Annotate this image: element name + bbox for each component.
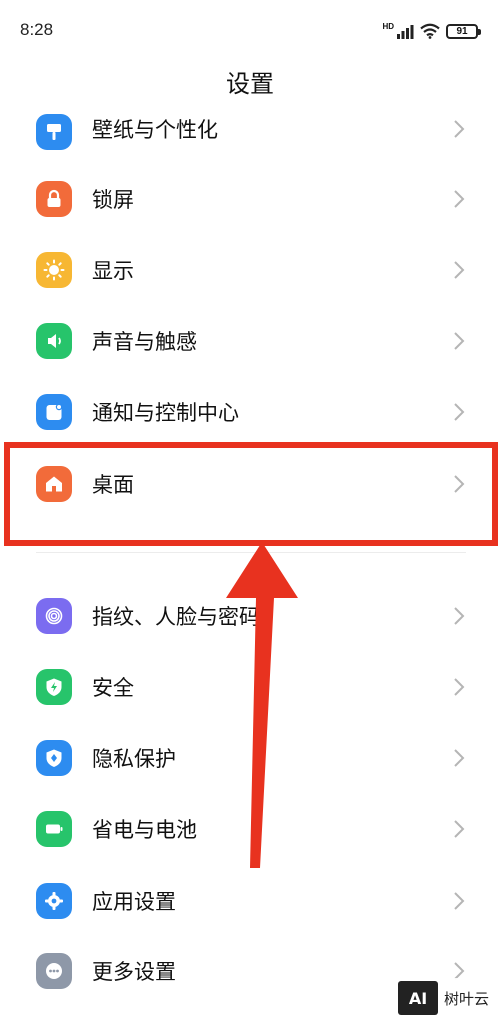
settings-item-label: 壁纸与个性化 bbox=[92, 118, 218, 142]
settings-item-sound[interactable]: 声音与触感 bbox=[0, 308, 500, 378]
chevron-right-icon bbox=[452, 259, 466, 281]
wallpaper-brush-icon bbox=[36, 114, 72, 150]
fingerprint-icon bbox=[36, 598, 72, 634]
settings-item-app-settings[interactable]: 应用设置 bbox=[0, 868, 500, 938]
battery-indicator: 91 bbox=[446, 23, 481, 39]
settings-item-lock-screen[interactable]: 锁屏 bbox=[0, 166, 500, 236]
settings-item-notifications[interactable]: 通知与控制中心 bbox=[0, 379, 500, 449]
settings-item-display[interactable]: 显示 bbox=[0, 237, 500, 307]
settings-item-label: 应用设置 bbox=[92, 890, 176, 914]
settings-item-label: 省电与电池 bbox=[92, 818, 197, 842]
battery-level: 91 bbox=[456, 25, 468, 37]
signal-bars-icon bbox=[397, 24, 414, 39]
settings-item-label: 更多设置 bbox=[92, 960, 176, 984]
chevron-right-icon bbox=[452, 747, 466, 769]
settings-item-label: 安全 bbox=[92, 676, 134, 700]
chevron-right-icon bbox=[452, 118, 466, 140]
notification-icon bbox=[36, 394, 72, 430]
highlight-box bbox=[4, 442, 498, 546]
lock-icon bbox=[36, 181, 72, 217]
chevron-right-icon bbox=[452, 605, 466, 627]
status-bar: 8:28 HD 91 bbox=[0, 0, 500, 60]
privacy-shield-icon bbox=[36, 740, 72, 776]
chevron-right-icon bbox=[452, 401, 466, 423]
page-title: 设置 bbox=[226, 70, 274, 98]
settings-item-label: 显示 bbox=[92, 259, 134, 283]
watermark: AI 树叶云 bbox=[398, 978, 494, 1018]
settings-item-label: 隐私保护 bbox=[92, 747, 176, 771]
wifi-icon bbox=[420, 23, 440, 39]
settings-item-label: 声音与触感 bbox=[92, 330, 197, 354]
chevron-right-icon bbox=[452, 818, 466, 840]
settings-item-wallpaper[interactable]: 壁纸与个性化 bbox=[0, 96, 500, 166]
battery-icon bbox=[36, 811, 72, 847]
watermark-logo: AI bbox=[398, 981, 438, 1015]
chevron-right-icon bbox=[452, 676, 466, 698]
sun-icon bbox=[36, 252, 72, 288]
shield-bolt-icon bbox=[36, 669, 72, 705]
watermark-text: 树叶云 bbox=[444, 989, 490, 1008]
settings-item-label: 锁屏 bbox=[92, 188, 134, 212]
status-time: 8:28 bbox=[20, 20, 54, 39]
settings-item-label: 通知与控制中心 bbox=[92, 401, 239, 425]
network-badge: HD bbox=[382, 21, 394, 31]
more-dots-icon bbox=[36, 953, 72, 989]
chevron-right-icon bbox=[452, 330, 466, 352]
gear-icon bbox=[36, 883, 72, 919]
status-icons: HD 91 bbox=[382, 21, 481, 40]
chevron-right-icon bbox=[452, 890, 466, 912]
speaker-icon bbox=[36, 323, 72, 359]
chevron-right-icon bbox=[452, 188, 466, 210]
red-arrow-annotation bbox=[226, 542, 298, 868]
